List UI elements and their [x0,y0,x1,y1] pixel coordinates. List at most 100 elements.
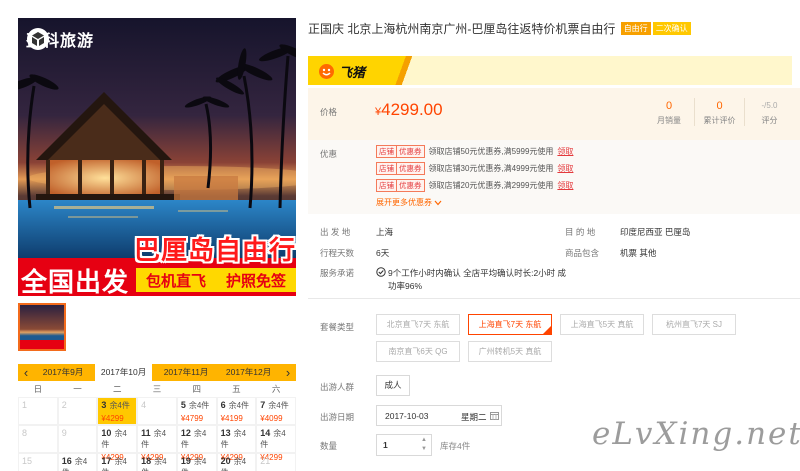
calendar-day[interactable]: 6 余4件 ¥4199 [216,397,257,425]
quantity-label: 数量 [320,441,338,451]
package-option[interactable]: 北京直飞7天 东航 [376,314,460,335]
price-calendar: ‹ 2017年9月 2017年10月 2017年11月 2017年12月 › 日… [18,364,296,471]
weekday-label: 六 [271,384,281,394]
coupon-tag-type: 优惠券 [396,146,424,157]
coupon-row: 店铺 优惠券 领取店铺50元优惠券,满5999元使用 领取 [376,145,573,158]
thumbnail-image[interactable] [18,303,66,351]
travel-date-label: 出游日期 [320,412,355,422]
coupon-tag-shop: 店铺 [379,147,394,156]
calendar-day[interactable]: 19余4件 [176,453,217,471]
weekday-label: 四 [192,384,201,394]
calendar-day[interactable]: 14 余4件 ¥4299 [256,425,296,462]
calendar-day-selected[interactable]: 3 余4件 ¥4299 [97,397,138,425]
platform-banner: 飞猪 [308,56,792,85]
price-amount: 4299.00 [381,100,443,119]
decrement-arrow-icon[interactable]: ▼ [421,445,427,454]
travel-date-value: 2017-10-03 [385,411,429,421]
claim-coupon-link[interactable]: 领取 [557,146,573,157]
package-option-text: 广州转机5天 真航 [478,347,542,356]
product-title-text: 正国庆 北京上海杭州南京广州-巴厘岛往返特价机票自由行 [308,22,616,36]
price-label: 价格 [320,107,338,117]
calendar-day[interactable]: 17余4件 [97,453,138,471]
expand-coupons-link[interactable]: 展开更多优惠券 [376,197,442,208]
increment-arrow-icon[interactable]: ▲ [421,436,427,445]
calendar-day: 9 [57,425,98,453]
calendar-day-number: 1 [22,400,28,410]
package-option[interactable]: 南京直飞6天 QG [376,341,460,362]
package-option-text: 上海直飞7天 东航 [478,320,542,329]
tag-second-confirm: 二次确认 [652,22,691,35]
calendar-day-price: ¥4199 [220,414,243,423]
brand-logo: 盈科旅游 [26,27,94,51]
calendar-day-number: 11 [141,428,151,438]
includes-label: 商品包含 [565,248,600,258]
coupon-text: 领取店铺30元优惠券,满4999元使用 [428,164,554,173]
main-product-image[interactable]: 盈科旅游 全国出发 包机直飞 护照免签 巴厘岛自由行 [18,18,296,296]
calendar-day-price: ¥4099 [260,414,283,423]
calendar-day[interactable]: 12 余4件 ¥4299 [176,425,217,462]
traveler-option-adult[interactable]: 成人 [376,375,410,396]
calendar-day[interactable]: 5 余4件 ¥4799 [176,397,217,425]
stat-value: 0 [665,100,673,112]
coupon-panel: 优惠 店铺 优惠券 领取店铺50元优惠券,满5999元使用 领取 店铺 优惠券 领取… [308,140,800,214]
calendar-day-number: 20 [220,456,231,466]
service-label: 服务承诺 [320,268,355,278]
calendar-month-tab[interactable]: 2017年12月 [220,364,277,381]
chevron-left-icon[interactable]: ‹ [18,364,34,381]
calendar-day-number: 7 [260,400,266,410]
chevron-down-icon [434,200,442,205]
package-option[interactable]: 杭州直飞7天 SJ [652,314,736,335]
check-circle-icon [376,267,386,277]
coupon-label: 优惠 [320,149,338,159]
calendar-day-number: 10 [101,428,112,438]
destination-value: 印度尼西亚 巴厘岛 [620,227,691,237]
watermark: eLvXing.net [592,416,800,452]
calendar-day[interactable]: 13 余4件 ¥4299 [216,425,257,462]
package-label: 套餐类型 [320,322,355,332]
coupon-tag-type: 优惠券 [396,180,424,191]
calendar-month-bar: ‹ 2017年9月 2017年10月 2017年11月 2017年12月 › [18,364,296,381]
package-option[interactable]: 广州转机5天 真航 [468,341,552,362]
package-option-text: 北京直飞7天 东航 [386,320,450,329]
calendar-month-tab[interactable]: 2017年9月 [37,364,90,381]
calendar-day-number: 8 [22,428,28,438]
banner-title: 巴厘岛自由行 [134,235,296,265]
quantity-value[interactable]: 1 [383,440,388,450]
calendar-month-tab[interactable]: 2017年11月 [158,364,215,381]
calendar-day-number: 3 [101,400,107,410]
coupon-tag-type: 优惠券 [396,163,424,174]
calendar-day[interactable]: 7 余4件 ¥4099 [256,397,296,425]
banner-feature-charter: 包机直飞 [145,272,206,290]
calendar-day[interactable]: 10 余4件 ¥4299 [97,425,138,462]
calendar-day[interactable]: 16余4件 [57,453,98,471]
claim-coupon-link[interactable]: 领取 [557,163,573,174]
departure-value: 上海 [376,227,394,237]
package-option-selected[interactable]: 上海直飞7天 东航 [468,314,552,335]
weekday-label: 三 [152,384,162,394]
calendar-day[interactable]: 11 余4件 ¥4299 [137,425,177,462]
calendar-day-number: 12 [180,428,191,438]
stat-label: 月销量 [657,116,681,125]
calendar-day-number: 15 [22,456,33,466]
coupon-tag: 店铺 优惠券 [376,162,425,175]
stat-reviews[interactable]: 0 累计评价 [694,98,744,126]
package-option[interactable]: 上海直飞5天 真航 [560,314,644,335]
coupon-tag: 店铺 优惠券 [376,145,425,158]
stat-rating: -/5.0 评分 [744,98,794,126]
calendar-day: 21 [256,453,296,471]
price-value: ¥4299.00 [375,100,443,120]
calendar-day[interactable]: 20余4件 [216,453,257,471]
calendar-day: 4 [137,397,177,425]
calendar-day[interactable]: 18余4件 [137,453,177,471]
quantity-stepper[interactable]: 1 ▲ ▼ [376,434,432,456]
calendar-day-number: 14 [260,428,271,438]
chevron-right-icon[interactable]: › [280,364,296,381]
claim-coupon-link[interactable]: 领取 [557,180,573,191]
calendar-icon[interactable] [490,411,499,420]
coupon-text: 领取店铺20元优惠券,满2999元使用 [428,181,554,190]
calendar-day-stock: 余4件 [228,401,250,410]
banner-feature-visa-free: 护照免签 [225,272,286,290]
coupon-row: 店铺 优惠券 领取店铺30元优惠券,满4999元使用 领取 [376,162,573,175]
calendar-month-tab[interactable]: 2017年10月 [94,364,153,381]
travel-date-input[interactable]: 2017-10-03 星期二 [376,405,502,426]
